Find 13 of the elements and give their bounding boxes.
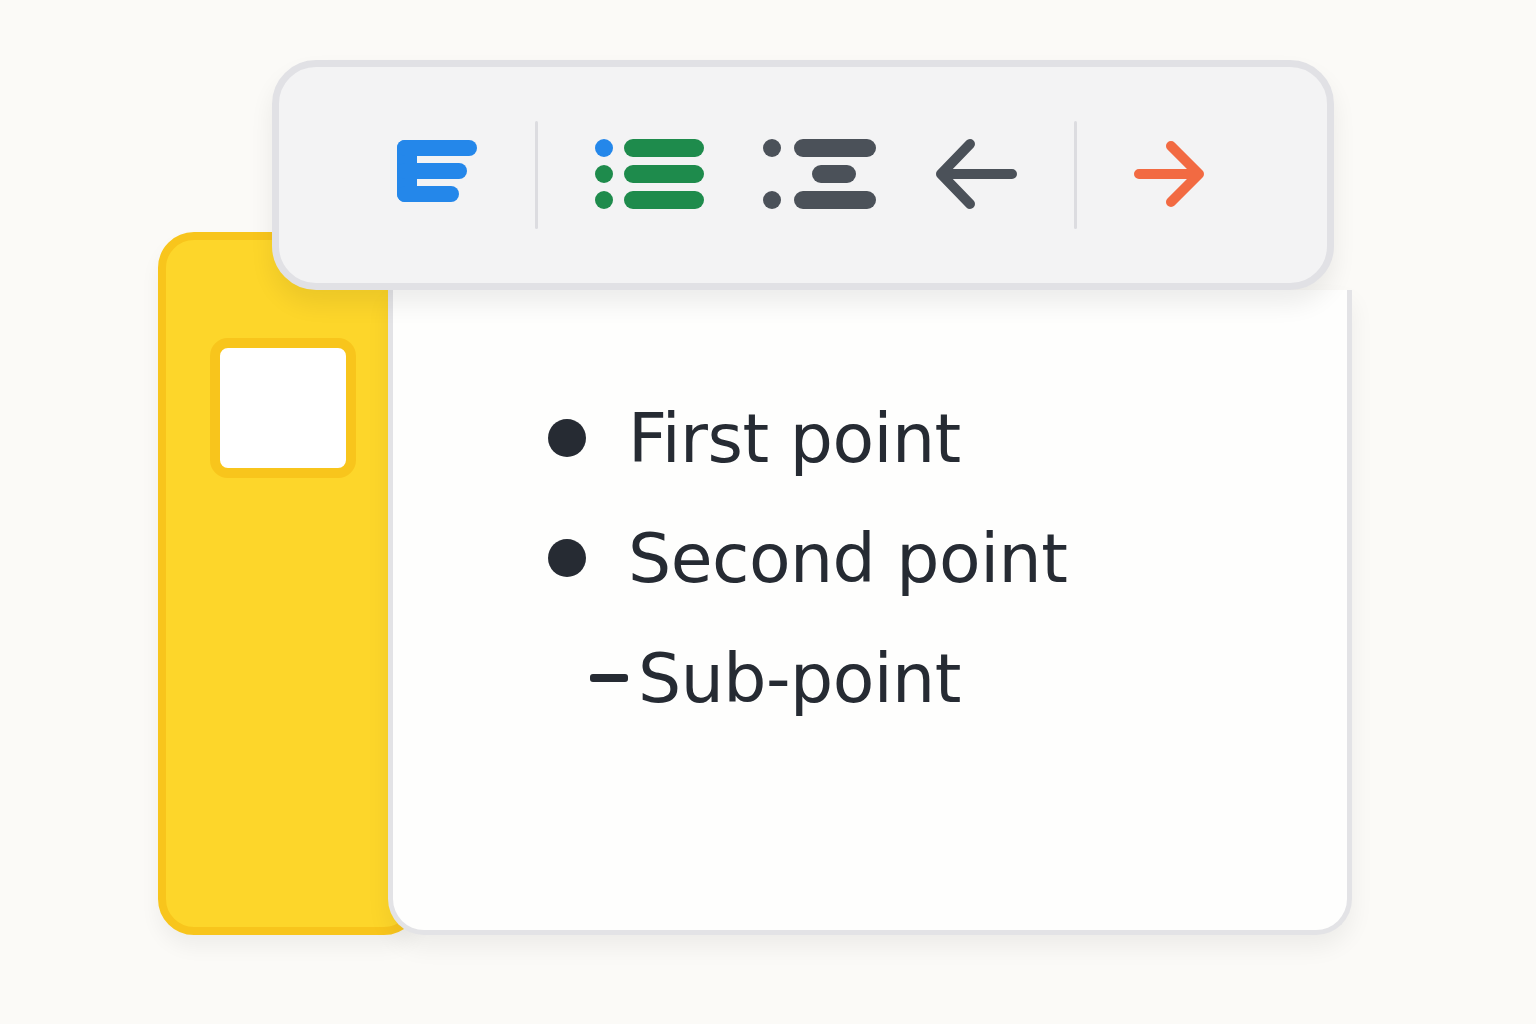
list-item: First point: [628, 398, 961, 478]
bullet-icon: [548, 539, 586, 577]
bullet-icon: [548, 419, 586, 457]
bulleted-list-button[interactable]: [594, 138, 706, 212]
list-item: Sub-point: [638, 638, 961, 718]
square-icon: [210, 338, 356, 478]
dash-icon: [590, 674, 628, 682]
bulleted-list-icon: [594, 138, 706, 212]
list-item: Second point: [628, 518, 1068, 598]
indented-list-icon: [762, 138, 878, 212]
left-arrow-icon: [934, 138, 1018, 212]
left-arrow-button[interactable]: [934, 138, 1018, 212]
indented-list-button[interactable]: [762, 138, 878, 212]
